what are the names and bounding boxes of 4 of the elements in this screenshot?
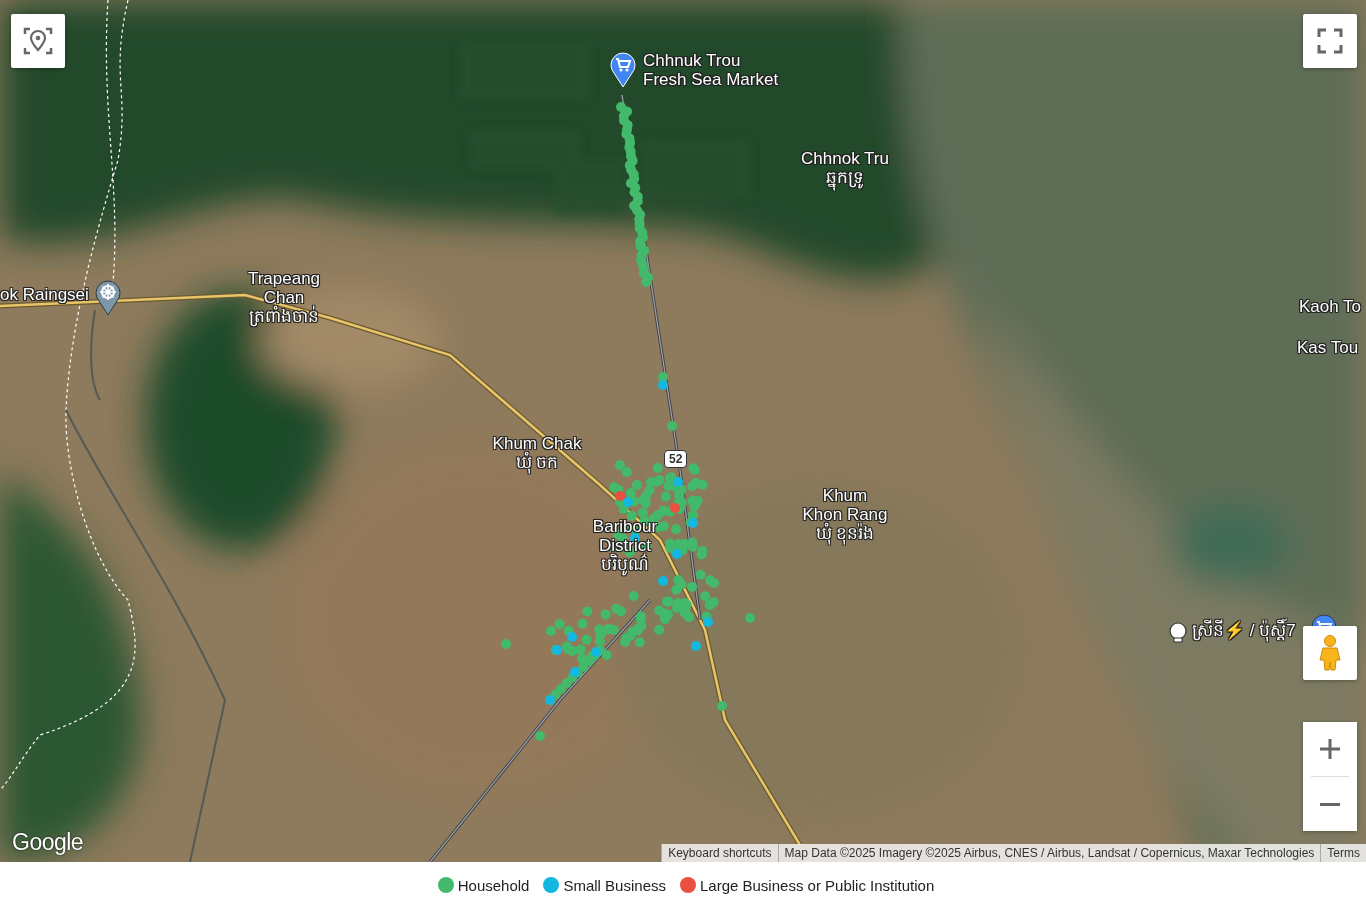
legend-label: Small Business bbox=[563, 876, 666, 894]
route-shield: 52 bbox=[664, 450, 688, 468]
legend-label: Large Business or Public Institution bbox=[700, 876, 935, 894]
legend-label: Household bbox=[457, 876, 530, 894]
